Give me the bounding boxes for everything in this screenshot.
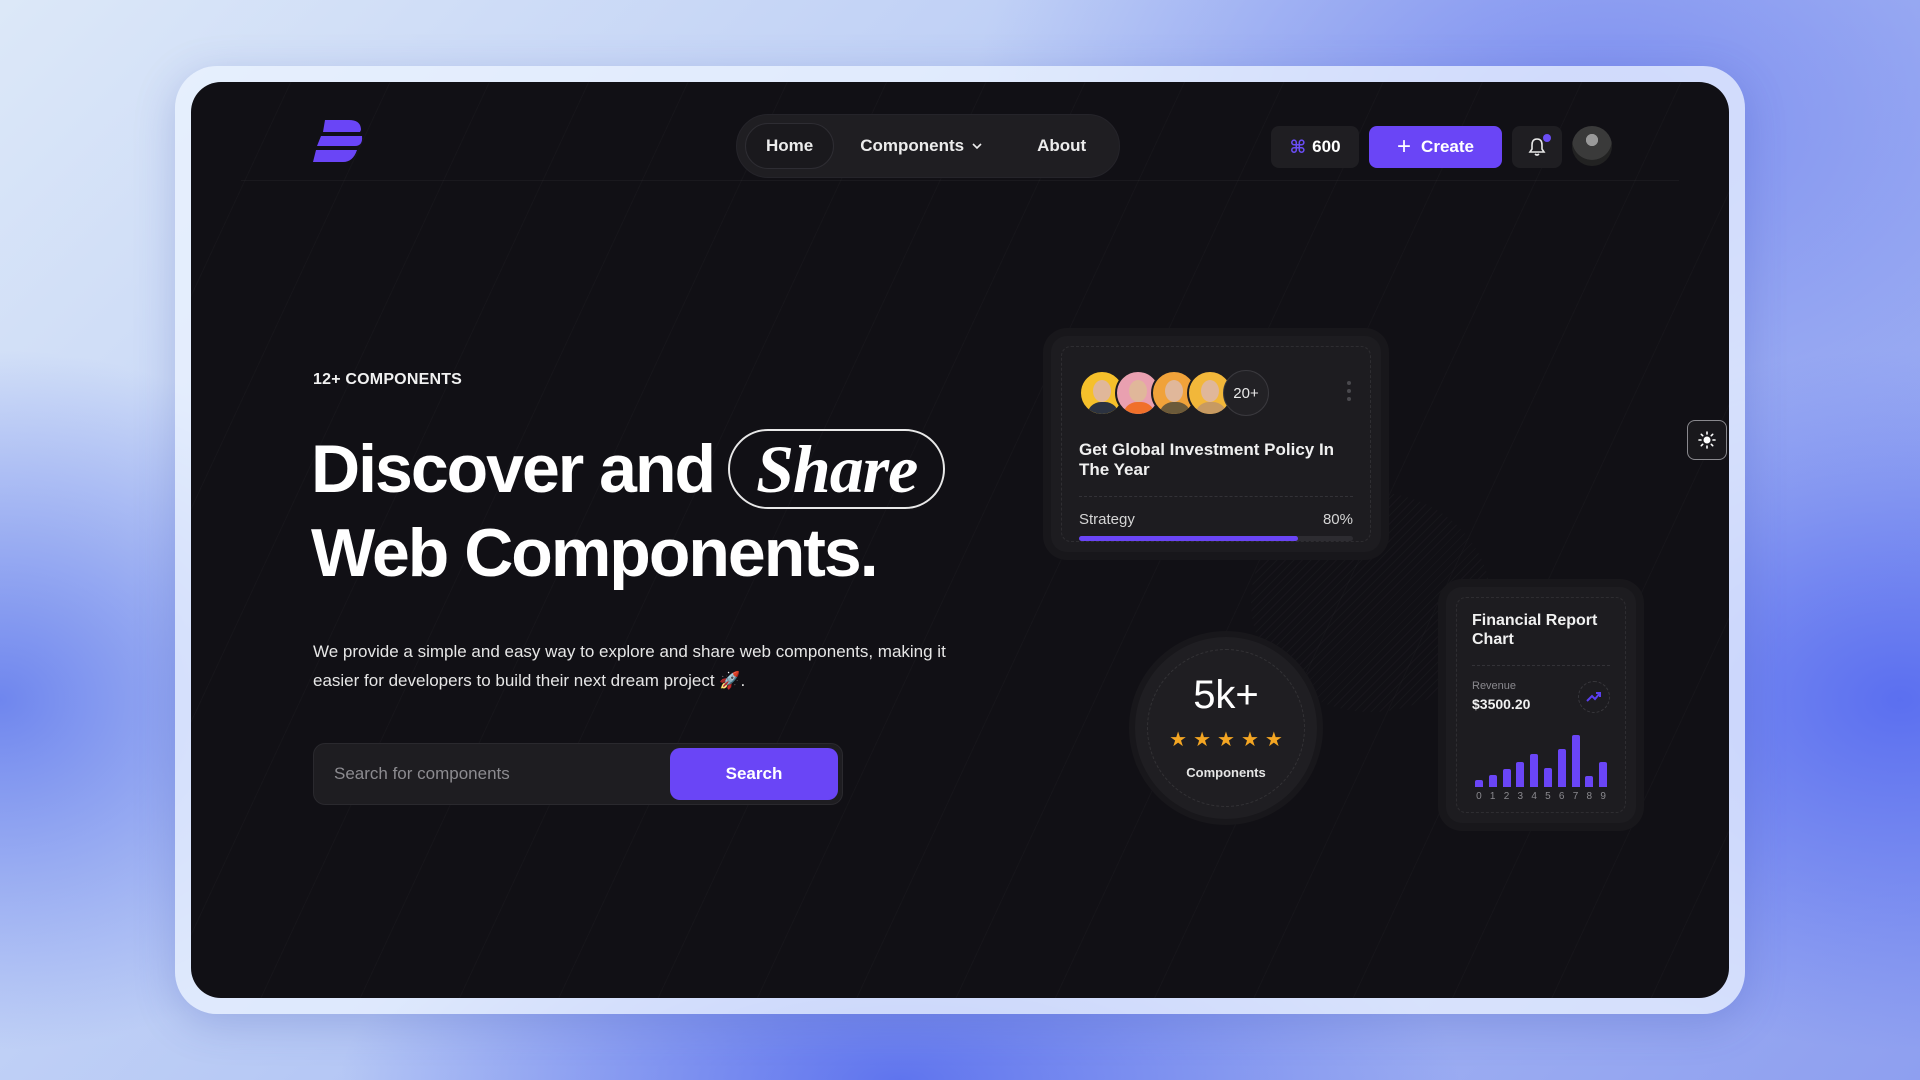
notifications-button[interactable]	[1512, 126, 1562, 168]
chart-bar	[1599, 761, 1608, 787]
credits-badge[interactable]: ⌘ 600	[1271, 126, 1359, 168]
more-members-badge[interactable]: 20+	[1223, 370, 1269, 416]
chart-x-tick: 0	[1476, 791, 1482, 802]
chart-x-tick: 6	[1558, 791, 1565, 802]
sun-icon	[1698, 431, 1716, 449]
star-rating: ★ ★ ★ ★ ★	[1135, 730, 1317, 750]
rating-value: 5k+	[1193, 673, 1259, 717]
header-divider	[241, 180, 1679, 181]
nav-about[interactable]: About	[1017, 123, 1106, 169]
chart-bar	[1516, 761, 1525, 787]
hero-title-highlight: Share	[728, 429, 946, 509]
hero-title-line2: Web Components.	[311, 515, 879, 591]
revenue-value: $3500.20	[1472, 696, 1531, 712]
more-options-icon[interactable]	[1347, 381, 1351, 401]
chart-bar	[1488, 774, 1497, 787]
financial-card: Financial Report Chart Revenue $3500.20 …	[1446, 587, 1636, 823]
search-input[interactable]	[318, 764, 670, 784]
card-divider	[1472, 665, 1610, 666]
search-bar: Search	[313, 743, 843, 805]
trend-button[interactable]	[1578, 681, 1610, 713]
progress-fill	[1079, 536, 1299, 541]
chart-bar	[1557, 748, 1566, 787]
hero-title-part1: Discover and	[311, 431, 716, 507]
chevron-down-icon	[972, 143, 982, 150]
chart-x-tick: 9	[1600, 791, 1606, 802]
trending-up-icon	[1586, 692, 1601, 702]
nav-about-label: About	[1037, 136, 1087, 155]
unread-indicator	[1543, 134, 1551, 142]
star-icon: ★	[1240, 729, 1259, 751]
nav-home[interactable]: Home	[745, 123, 835, 169]
search-button[interactable]: Search	[670, 748, 838, 800]
main-nav: Home Components About	[736, 114, 1120, 178]
progress-value: 80%	[1322, 511, 1353, 528]
avatar-group: 20+	[1079, 370, 1269, 416]
chart-bar	[1474, 779, 1483, 787]
brand-logo-icon[interactable]	[313, 120, 363, 162]
investment-card: 20+ Get Global Investment Policy In The …	[1051, 336, 1381, 552]
rating-label: Components	[1186, 765, 1266, 780]
chart-x-tick: 5	[1545, 791, 1551, 802]
chart-bar	[1571, 734, 1580, 787]
chart-x-tick: 7	[1572, 791, 1579, 802]
nav-components[interactable]: Components	[840, 123, 1003, 169]
star-icon: ★	[1193, 729, 1212, 751]
nav-components-label: Components	[860, 136, 965, 155]
credits-value: 600	[1312, 137, 1341, 156]
hero-title: Discover and Share Web Components.	[311, 427, 946, 595]
rating-card: 5k+ ★ ★ ★ ★ ★ Components	[1135, 637, 1317, 819]
user-avatar[interactable]	[1572, 126, 1612, 166]
chart-bar	[1585, 775, 1594, 787]
chart-bar	[1543, 768, 1552, 787]
revenue-label: Revenue	[1472, 680, 1517, 692]
revenue-bar-chart	[1472, 731, 1610, 787]
hero-eyebrow: 12+ COMPONENTS	[313, 371, 463, 388]
chart-x-tick: 2	[1503, 791, 1510, 802]
create-label: Create	[1421, 137, 1474, 156]
hero-description: We provide a simple and easy way to expl…	[313, 642, 946, 690]
chart-bar	[1530, 754, 1539, 787]
nav-home-label: Home	[766, 136, 814, 155]
chart-x-tick: 8	[1586, 791, 1593, 802]
card-divider	[1079, 496, 1353, 497]
chart-bar	[1502, 769, 1511, 787]
star-icon: ★	[1217, 729, 1235, 751]
progress-label: Strategy	[1079, 511, 1135, 528]
progress-bar	[1079, 536, 1353, 541]
chart-x-tick: 1	[1489, 791, 1496, 802]
theme-toggle[interactable]	[1687, 420, 1727, 460]
plus-icon: +	[1397, 133, 1412, 160]
star-icon: ★	[1169, 729, 1188, 751]
investment-title: Get Global Investment Policy In The Year	[1079, 440, 1335, 479]
app-screen: Home Components About ⌘ 600 + Create 12+…	[191, 82, 1729, 998]
financial-title: Financial Report Chart	[1472, 612, 1598, 648]
star-icon: ★	[1264, 729, 1283, 751]
create-button[interactable]: + Create	[1369, 126, 1502, 168]
command-icon: ⌘	[1289, 136, 1307, 157]
chart-x-tick: 3	[1517, 791, 1524, 802]
chart-x-tick: 4	[1531, 791, 1537, 802]
